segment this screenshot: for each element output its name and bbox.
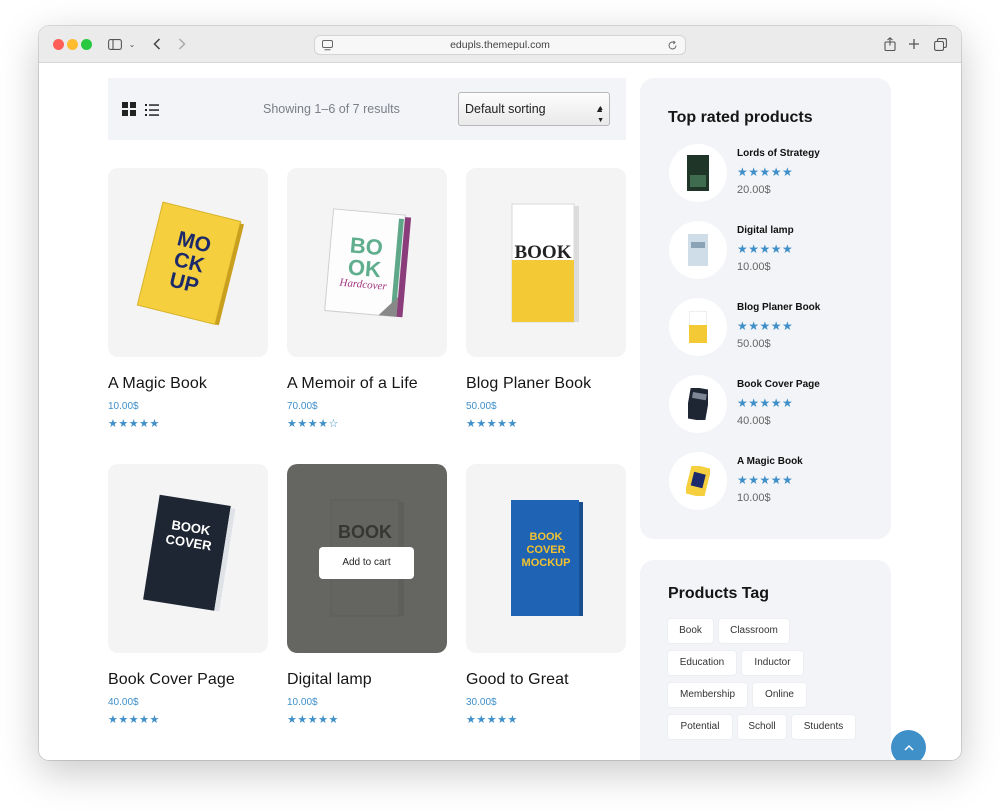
- product-thumbnail[interactable]: [669, 298, 727, 356]
- product-price: 10.00$: [737, 492, 771, 504]
- product-thumbnail[interactable]: [669, 221, 727, 279]
- product-image[interactable]: MO CK UP: [108, 168, 268, 357]
- back-icon[interactable]: [149, 34, 165, 54]
- browser-titlebar: ⌄ edupls.themepul.com: [39, 26, 961, 63]
- product-name[interactable]: Digital lamp: [737, 225, 794, 236]
- tag-students[interactable]: Students: [792, 715, 855, 739]
- product-price: 20.00$: [737, 184, 771, 196]
- svg-text:BOOK: BOOK: [514, 242, 571, 263]
- product-name[interactable]: A Magic Book: [737, 456, 803, 467]
- new-tab-icon[interactable]: [906, 34, 922, 54]
- maximize-window-button[interactable]: [81, 39, 92, 50]
- result-count: Showing 1–6 of 7 results: [263, 102, 400, 116]
- top-rated-item[interactable]: Blog Planer Book ★★★★★ 50.00$: [669, 298, 879, 358]
- product-image[interactable]: BOOK COVER: [108, 464, 268, 653]
- product-thumbnail[interactable]: [669, 144, 727, 202]
- tag-scholl[interactable]: Scholl: [738, 715, 786, 739]
- svg-text:BOOK: BOOK: [530, 531, 563, 543]
- product-name[interactable]: Blog Planer Book: [737, 302, 820, 313]
- shop-toolbar: Showing 1–6 of 7 results Default sorting…: [108, 78, 626, 140]
- sidebar-toggle-icon[interactable]: [107, 34, 123, 54]
- star-rating: ★★★★★: [737, 473, 794, 487]
- share-icon[interactable]: [882, 34, 898, 54]
- book-mockup-white-yellow-image: BOOK: [511, 203, 579, 323]
- star-rating: ★★★★★: [287, 714, 339, 726]
- product-image[interactable]: BOOK COVER MOCKUP: [466, 464, 626, 653]
- grid-view-icon[interactable]: [122, 102, 136, 121]
- product-price: 70.00$: [287, 401, 318, 412]
- list-view-icon[interactable]: [145, 103, 159, 121]
- tag-inductor[interactable]: Inductor: [742, 651, 803, 675]
- star-rating: ★★★★★: [737, 242, 794, 256]
- svg-text:COVER: COVER: [526, 544, 565, 556]
- product-price: 50.00$: [737, 338, 771, 350]
- product-price: 50.00$: [466, 401, 497, 412]
- book-mockup-yellow-image: MO CK UP: [136, 201, 245, 326]
- top-rated-item[interactable]: A Magic Book ★★★★★ 10.00$: [669, 452, 879, 512]
- tag-online[interactable]: Online: [753, 683, 806, 707]
- product-price: 10.00$: [737, 261, 771, 273]
- select-updown-icon: ▲ ▼: [597, 105, 604, 124]
- product-image[interactable]: BO OK Hardcover: [287, 168, 447, 357]
- product-title[interactable]: Blog Planer Book: [466, 375, 591, 393]
- star-rating: ★★★★★: [737, 165, 794, 179]
- tab-overview-icon[interactable]: [932, 34, 948, 54]
- web-page: Showing 1–6 of 7 results Default sorting…: [39, 63, 961, 760]
- chevron-down-icon[interactable]: ⌄: [127, 34, 137, 54]
- star-rating: ★★★★☆: [287, 418, 339, 430]
- top-rated-widget: Top rated products Lords of Strategy ★★★…: [640, 78, 891, 539]
- product-thumbnail[interactable]: [669, 375, 727, 433]
- product-thumbnail[interactable]: [669, 452, 727, 510]
- top-rated-item[interactable]: Digital lamp ★★★★★ 10.00$: [669, 221, 879, 281]
- star-rating: ★★★★★: [466, 418, 518, 430]
- tag-classroom[interactable]: Classroom: [719, 619, 789, 643]
- svg-text:MOCKUP: MOCKUP: [522, 557, 571, 569]
- star-rating: ★★★★★: [108, 418, 160, 430]
- chevron-up-icon: [903, 744, 914, 751]
- product-title[interactable]: Digital lamp: [287, 671, 372, 689]
- product-price: 30.00$: [466, 697, 497, 708]
- tag-book[interactable]: Book: [668, 619, 713, 643]
- products-tag-widget: Products Tag Book Classroom Education In…: [640, 560, 891, 760]
- product-price: 40.00$: [737, 415, 771, 427]
- product-image[interactable]: BOOK: [466, 168, 626, 357]
- star-rating: ★★★★★: [466, 714, 518, 726]
- product-price: 10.00$: [287, 697, 318, 708]
- star-rating: ★★★★★: [108, 714, 160, 726]
- product-title[interactable]: Good to Great: [466, 671, 569, 689]
- add-to-cart-button[interactable]: Add to cart: [319, 547, 414, 579]
- scroll-to-top-button[interactable]: [891, 730, 926, 760]
- star-rating: ★★★★★: [737, 319, 794, 333]
- product-name[interactable]: Book Cover Page: [737, 379, 820, 390]
- product-image[interactable]: BOOK Add to cart: [287, 464, 447, 653]
- page-menu-icon[interactable]: [322, 39, 333, 57]
- book-mockup-blue-image: BOOK COVER MOCKUP: [511, 500, 583, 616]
- top-rated-item[interactable]: Book Cover Page ★★★★★ 40.00$: [669, 375, 879, 435]
- book-mockup-hardcover-image: BO OK Hardcover: [324, 208, 412, 318]
- product-price: 10.00$: [108, 401, 139, 412]
- tag-education[interactable]: Education: [668, 651, 736, 675]
- sort-select[interactable]: Default sorting ▲ ▲ ▼: [458, 92, 610, 126]
- product-price: 40.00$: [108, 697, 139, 708]
- top-rated-item[interactable]: Lords of Strategy ★★★★★ 20.00$: [669, 144, 879, 204]
- product-title[interactable]: Book Cover Page: [108, 671, 235, 689]
- widget-title: Top rated products: [668, 109, 813, 126]
- url-text: edupls.themepul.com: [450, 39, 550, 51]
- reload-icon[interactable]: [667, 39, 678, 57]
- forward-icon[interactable]: [174, 34, 190, 54]
- browser-window: ⌄ edupls.themepul.com Showing 1–6 of 7 r…: [39, 26, 961, 760]
- widget-title: Products Tag: [668, 585, 770, 602]
- star-rating: ★★★★★: [737, 396, 794, 410]
- product-title[interactable]: A Magic Book: [108, 375, 207, 393]
- tag-potential[interactable]: Potential: [668, 715, 732, 739]
- book-mockup-dark-image: BOOK COVER: [143, 494, 236, 612]
- address-bar[interactable]: edupls.themepul.com: [314, 35, 686, 55]
- sort-selected-value: Default sorting: [465, 102, 546, 116]
- product-title[interactable]: A Memoir of a Life: [287, 375, 418, 393]
- close-window-button[interactable]: [53, 39, 64, 50]
- minimize-window-button[interactable]: [67, 39, 78, 50]
- tag-membership[interactable]: Membership: [668, 683, 747, 707]
- product-name[interactable]: Lords of Strategy: [737, 148, 820, 159]
